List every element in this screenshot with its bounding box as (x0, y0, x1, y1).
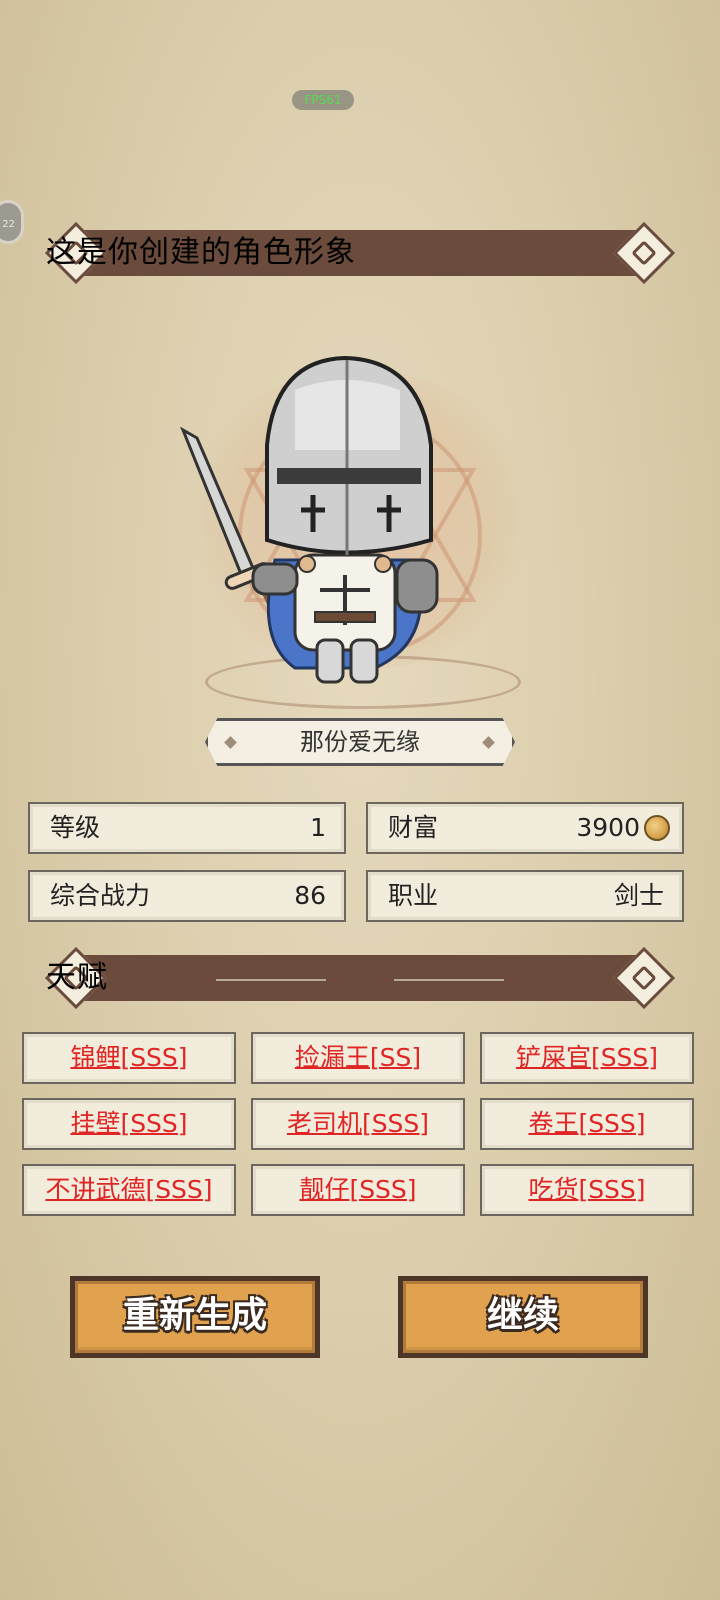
stat-job-value: 剑士 (613, 881, 664, 910)
talent-link[interactable]: 锦鲤[SSS] (70, 1043, 187, 1072)
talent-link[interactable]: 靓仔[SSS] (299, 1175, 416, 1204)
talent-item[interactable]: 捡漏王[SS] (251, 1032, 465, 1084)
talent-link[interactable]: 铲屎官[SSS] (516, 1043, 658, 1072)
talent-item[interactable]: 吃货[SSS] (480, 1164, 694, 1216)
stat-wealth-value: 3900 (576, 813, 640, 842)
header-banner: 这是你创建的角色形象 (44, 221, 676, 285)
stat-power-value: 86 (294, 881, 326, 910)
talent-item[interactable]: 靓仔[SSS] (251, 1164, 465, 1216)
talent-item[interactable]: 铲屎官[SSS] (480, 1032, 694, 1084)
knight-character-avatar (179, 355, 439, 684)
talent-link[interactable]: 挂壁[SSS] (70, 1109, 187, 1138)
coin-icon (644, 815, 670, 841)
stat-power-label: 综合战力 (50, 881, 151, 910)
talent-link[interactable]: 卷王[SSS] (528, 1109, 645, 1138)
stat-power: 综合战力 86 (28, 870, 346, 922)
fps-counter: FPS61 (292, 90, 354, 110)
stat-level: 等级 1 (28, 802, 346, 854)
regenerate-button[interactable]: 重新生成 (70, 1276, 320, 1358)
talent-item[interactable]: 卷王[SSS] (480, 1098, 694, 1150)
talent-link[interactable]: 捡漏王[SS] (295, 1043, 421, 1072)
page-title: 这是你创建的角色形象 (46, 235, 356, 270)
talent-section-title: 天赋 (46, 960, 108, 995)
floating-assist-bubble[interactable]: 22 (0, 200, 24, 244)
character-name: 那份爱无缘 (300, 728, 420, 756)
talent-link[interactable]: 老司机[SSS] (287, 1109, 429, 1138)
talent-item[interactable]: 老司机[SSS] (251, 1098, 465, 1150)
talent-section-banner: 天赋 (44, 946, 676, 1010)
talent-link[interactable]: 不讲武德[SSS] (45, 1175, 212, 1204)
continue-button[interactable]: 继续 (398, 1276, 648, 1358)
stat-level-label: 等级 (50, 813, 101, 842)
talent-item[interactable]: 锦鲤[SSS] (22, 1032, 236, 1084)
stat-job: 职业 剑士 (366, 870, 684, 922)
stat-job-label: 职业 (388, 881, 439, 910)
stat-wealth-label: 财富 (388, 813, 439, 842)
stat-wealth: 财富 3900 (366, 802, 684, 854)
stat-level-value: 1 (310, 813, 326, 842)
talent-item[interactable]: 挂壁[SSS] (22, 1098, 236, 1150)
talent-link[interactable]: 吃货[SSS] (528, 1175, 645, 1204)
talent-item[interactable]: 不讲武德[SSS] (22, 1164, 236, 1216)
